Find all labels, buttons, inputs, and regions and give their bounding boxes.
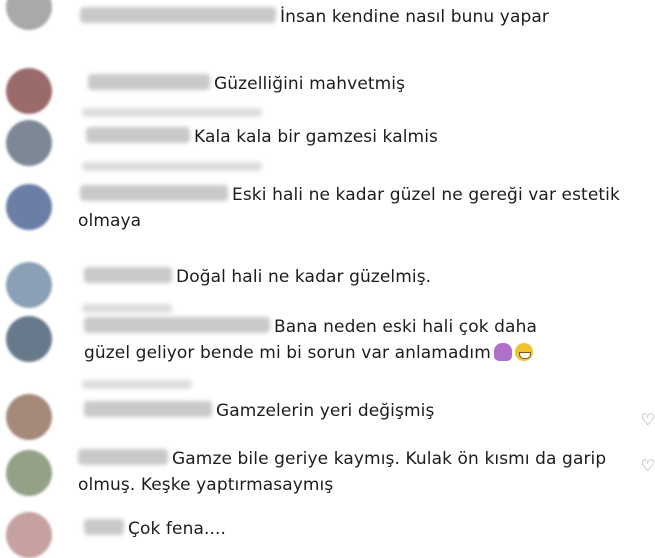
username-blurred[interactable] bbox=[80, 7, 276, 23]
comment-text: Doğal hali ne kadar güzelmiş. bbox=[176, 267, 432, 287]
comment-text: Güzelliğini mahvetmiş bbox=[214, 74, 406, 94]
comment-text: Çok fena.... bbox=[128, 519, 226, 539]
comment-text: Kala kala bir gamzesi kalmis bbox=[194, 127, 438, 147]
comment-text: Gamzelerin yeri değişmiş bbox=[216, 401, 435, 421]
avatar[interactable] bbox=[6, 450, 52, 496]
username-blurred[interactable] bbox=[84, 401, 212, 417]
avatar[interactable] bbox=[6, 512, 52, 558]
username-blurred[interactable] bbox=[80, 185, 228, 201]
avatar[interactable] bbox=[6, 0, 52, 30]
avatar[interactable] bbox=[6, 316, 52, 362]
username-blurred[interactable] bbox=[84, 267, 172, 283]
avatar[interactable] bbox=[6, 120, 52, 166]
comment-meta-blurred bbox=[82, 162, 262, 171]
avatar[interactable] bbox=[6, 394, 52, 440]
comment-meta-blurred bbox=[82, 108, 262, 117]
avatar[interactable] bbox=[6, 262, 52, 308]
comment-text: İnsan kendine nasıl bunu yapar bbox=[280, 7, 549, 27]
username-blurred[interactable] bbox=[86, 127, 190, 143]
avatar[interactable] bbox=[6, 68, 52, 114]
username-blurred[interactable] bbox=[84, 317, 270, 333]
grinning-face-emoji bbox=[514, 343, 533, 361]
heart-outline-icon[interactable]: ♡ bbox=[641, 458, 655, 474]
heart-outline-icon[interactable]: ♡ bbox=[641, 412, 655, 428]
username-blurred[interactable] bbox=[78, 449, 168, 465]
username-blurred[interactable] bbox=[88, 74, 210, 90]
comment-meta-blurred bbox=[82, 304, 172, 313]
username-blurred[interactable] bbox=[84, 519, 124, 535]
person-gesturing-emoji bbox=[493, 343, 512, 361]
avatar[interactable] bbox=[6, 184, 52, 230]
comment-meta-blurred bbox=[82, 380, 192, 389]
